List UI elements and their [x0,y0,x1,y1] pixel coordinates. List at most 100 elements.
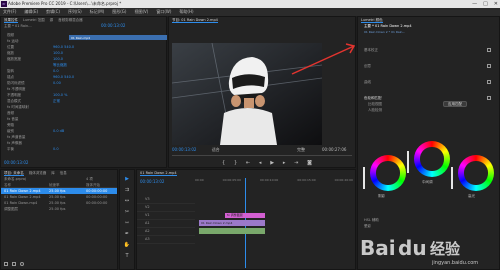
shadows-label: 阴影 [378,194,385,198]
tab-timeline[interactable]: 01 Rain Down 2.mp4 [140,170,177,176]
ec-property-label: 位置 [7,45,14,49]
timeline-ruler[interactable]: 00:00 00:00:05:00 00:00:10:00 00:00:15:0… [195,178,353,184]
mark-in-icon[interactable]: { [222,160,225,166]
ec-bottom-timecode[interactable]: 00:00:13:02 [4,160,28,165]
watermark-paw: du [398,236,427,260]
close-button[interactable]: ✕ [494,0,498,8]
lumetri-clip-label: 主要 * 01 Rain Down 2.mp4 [364,24,412,28]
lumetri-section-curves[interactable]: 曲线 [358,79,499,85]
lumetri-lower-sections: HSL 辅助 晕影 [358,217,499,229]
baidu-watermark: Bai du 经验 jingyan.baidu.com [360,236,500,270]
menu-view[interactable]: 视图(V) [134,8,148,16]
list-view-icon[interactable] [4,262,8,266]
menu-bar: 文件(F) 编辑(E) 剪辑(C) 序列(S) 标记(M) 图形(G) 视图(V… [0,8,500,16]
menu-edit[interactable]: 编辑(E) [24,8,38,16]
lumetri-section-creative[interactable]: 创意 [358,63,499,69]
minimize-button[interactable]: — [472,0,477,8]
menu-graphics[interactable]: 图形(G) [112,8,126,16]
track-select-tool-icon[interactable]: ⇉ [125,187,129,193]
selection-tool-icon[interactable]: ▶ [125,176,129,182]
section-creative-label: 创意 [364,64,371,68]
play-icon[interactable]: ▶ [270,160,274,166]
checkbox-icon[interactable] [487,64,491,68]
zoom-slider-icon[interactable] [20,262,24,266]
track-a3[interactable]: A3 [137,236,195,244]
track-v2-label: V2 [145,205,150,209]
lumetri-section-vignette[interactable]: 晕影 [358,223,499,229]
go-to-in-icon[interactable]: ⇤ [246,160,250,166]
step-forward-icon[interactable]: ▸ [283,160,286,166]
razor-tool-icon[interactable]: ✂ [125,209,129,215]
ec-property-value[interactable]: 0.0 [53,146,59,152]
tab-program[interactable]: 节目: 01 Rain Down 2.mp4 [172,17,218,23]
lumetri-section-basic[interactable]: 基本校正 [358,47,499,53]
ec-property-label: 不透明度 [7,93,21,97]
ec-timecode[interactable]: 00:00:13:02 [101,23,125,29]
shadows-color-wheel[interactable] [370,155,406,191]
ec-property-label: 平衡 [7,147,14,151]
watermark-suffix: 经验 [430,240,461,258]
face-detect-row: 人脸检测 [358,107,499,113]
adjustment-layer-clip[interactable]: fx 调整图层 [225,213,265,218]
track-headers: V3 V2 V1 A1 A2 A3 [137,196,195,244]
export-frame-icon[interactable]: ◙ [307,160,312,166]
ec-property-row[interactable]: 平衡 0.0 [1,146,166,152]
menu-sequence[interactable]: 序列(S) [68,8,82,16]
hand-tool-icon[interactable]: ✋ [124,242,130,248]
face-detect-label: 人脸检测 [368,108,382,112]
lumetri-seq-selector[interactable]: 01 Rain Down 2 * 01 Rain... [358,29,499,35]
menu-file[interactable]: 文件(F) [3,8,16,16]
mark-out-icon[interactable]: } [234,160,237,166]
ec-property-label: 级别 [7,129,14,133]
timeline-timecode[interactable]: 00:00:13:02 [140,179,164,184]
quality-dropdown[interactable]: 完整 [297,147,305,153]
midtones-color-wheel[interactable] [414,141,450,177]
lumetri-color-panel: Lumetri 颜色 主要 * 01 Rain Down 2.mp4 01 Ra… [357,16,500,270]
program-scrubber[interactable] [172,155,352,156]
program-timecode[interactable]: 00:00:13:02 [172,147,196,152]
track-a1[interactable]: A1 [137,220,195,228]
icon-view-icon[interactable] [12,262,16,266]
project-items-list: 01 Rain Down 2.mp4 25.00 fps 00:00:00:00 01… [1,188,117,212]
menu-marker[interactable]: 标记(M) [90,8,105,16]
video-clip[interactable]: 01 Rain Down 2.mp4 [199,220,265,226]
project-item-row[interactable]: 调整图层 25.00 fps [1,206,117,212]
window-title: Adobe Premiere Pro CC 2019 - C:\Users\..… [8,1,122,6]
ruler-tick-1: 00:00:05:00 [222,178,241,182]
ripple-edit-tool-icon[interactable]: ↔ [125,198,129,204]
step-back-icon[interactable]: ◂ [259,160,262,166]
fit-dropdown[interactable]: 适合 [212,147,220,152]
project-item-name: 01 Rain Down 2.mp4 [4,189,41,193]
shadows-slider[interactable] [363,167,365,189]
project-item-name: 调整图层 [4,207,18,211]
ec-property-label: 缩放 [7,51,14,55]
track-a3-label: A3 [145,237,150,241]
menu-window[interactable]: 窗口(W) [156,8,171,16]
checkbox-icon[interactable] [487,96,491,100]
maximize-button[interactable]: □ [483,0,488,8]
ec-property-label: fx 声道音量 [7,135,26,139]
ec-property-label: 防闪烁滤镜 [7,81,25,85]
midtones-slider[interactable] [407,151,409,173]
checkbox-icon[interactable] [487,80,491,84]
clip-selector-label: 主要 * 01 Rain... [4,24,32,28]
track-v2[interactable]: V2 [137,204,195,212]
menu-clip[interactable]: 剪辑(C) [46,8,60,16]
go-to-out-icon[interactable]: ⇥ [294,160,298,166]
clip-selector[interactable]: 主要 * 01 Rain... 00:00:13:02 [1,23,166,29]
section-hsl-label: HSL 辅助 [364,218,379,222]
highlights-slider[interactable] [451,167,453,189]
pen-tool-icon[interactable]: ✒ [125,231,129,237]
track-v3[interactable]: V3 [137,196,195,204]
track-a2[interactable]: A2 [137,228,195,236]
col-name[interactable]: 名称 [4,183,11,187]
type-tool-icon[interactable]: T [125,253,128,259]
track-v1[interactable]: V1 [137,212,195,220]
highlights-color-wheel[interactable] [458,155,494,191]
effect-controls-panel: 效果控件 Lumetri 范围 源 音频剪辑混合器 主要 * 01 Rain..… [0,16,167,168]
project-path: 未命名.prproj [4,177,26,181]
audio-clip[interactable] [199,228,265,234]
checkbox-icon[interactable] [487,48,491,52]
menu-help[interactable]: 帮助(H) [179,8,193,16]
slip-tool-icon[interactable]: ⇿ [125,220,129,226]
